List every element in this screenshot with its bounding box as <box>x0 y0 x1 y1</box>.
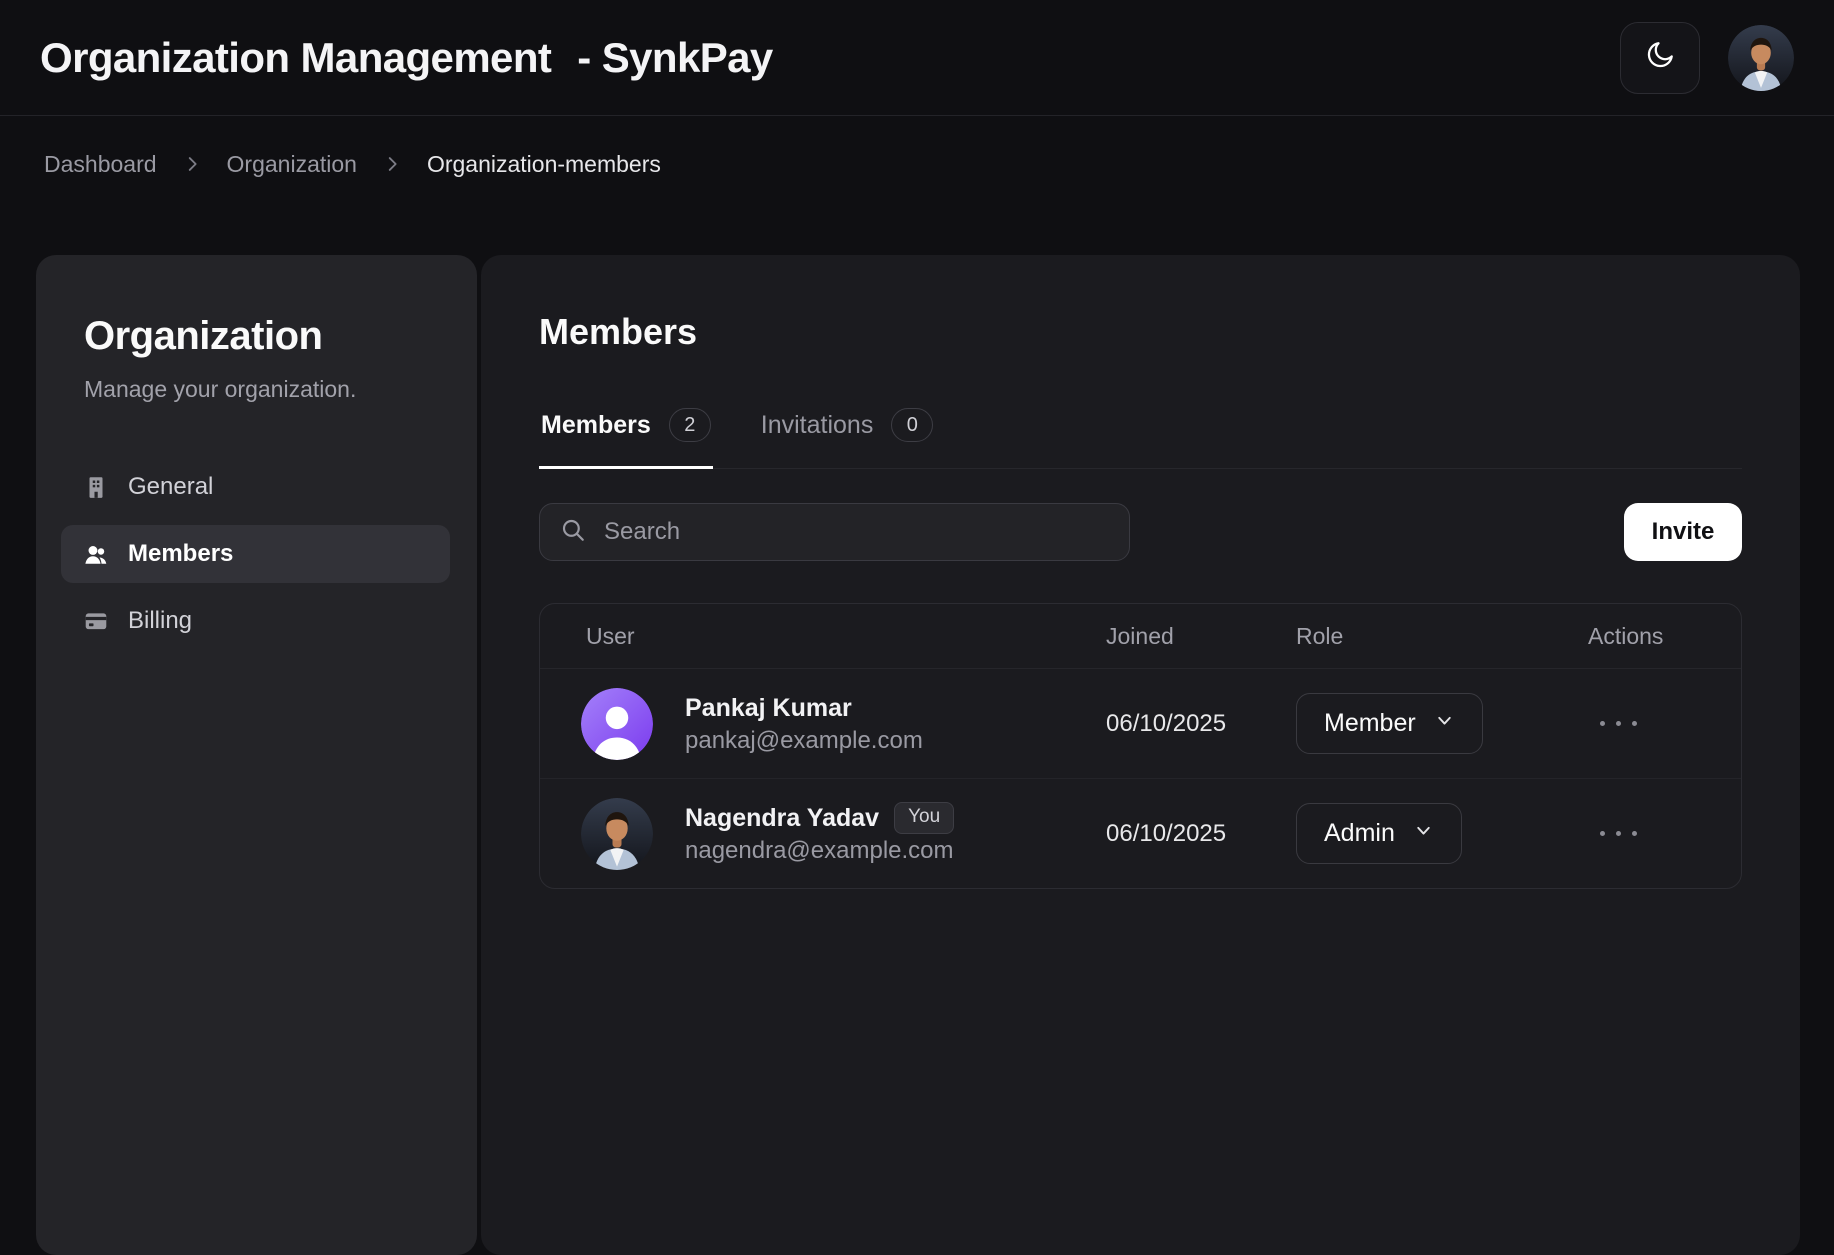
member-joined: 06/10/2025 <box>1106 710 1296 738</box>
invite-button[interactable]: Invite <box>1624 503 1742 561</box>
credit-card-icon <box>83 608 109 634</box>
tab-invitations[interactable]: Invitations 0 <box>759 400 936 468</box>
brand-title: - SynkPay <box>577 34 772 82</box>
members-table: User Joined Role Actions <box>539 603 1742 889</box>
member-row: Pankaj Kumar pankaj@example.com 06/10/20… <box>540 669 1741 778</box>
members-controls: Invite <box>539 503 1742 561</box>
building-icon <box>83 474 109 500</box>
sidebar-item-billing[interactable]: Billing <box>61 592 450 650</box>
user-cell: Nagendra Yadav You nagendra@example.com <box>540 798 1106 870</box>
avatar-placeholder <box>581 688 653 760</box>
sidebar-item-label: Billing <box>128 607 192 635</box>
invitations-count-badge: 0 <box>891 408 933 442</box>
column-user: User <box>540 623 1106 650</box>
members-heading: Members <box>539 310 1742 354</box>
sidebar-menu: General Members Billing <box>36 458 477 650</box>
theme-toggle-button[interactable] <box>1620 22 1700 94</box>
users-icon <box>83 541 109 567</box>
tab-label: Members <box>541 410 651 440</box>
row-actions-menu-button[interactable] <box>1588 814 1741 854</box>
you-badge: You <box>894 802 954 834</box>
app-header: Organization Management - SynkPay <box>0 0 1834 116</box>
member-joined: 06/10/2025 <box>1106 820 1296 848</box>
sidebar-item-members[interactable]: Members <box>61 525 450 583</box>
sidebar-item-label: Members <box>128 540 233 568</box>
avatar-photo <box>581 798 653 870</box>
breadcrumb-current: Organization-members <box>427 151 661 178</box>
table-header: User Joined Role Actions <box>540 604 1741 669</box>
sidebar-item-label: General <box>128 473 213 501</box>
column-actions: Actions <box>1588 623 1741 650</box>
chevron-down-icon <box>1434 709 1455 738</box>
sidebar-title: Organization <box>84 312 429 360</box>
member-row: Nagendra Yadav You nagendra@example.com … <box>540 778 1741 888</box>
member-email: pankaj@example.com <box>685 725 923 757</box>
search-input[interactable] <box>602 517 1109 547</box>
chevron-right-icon <box>181 153 203 175</box>
breadcrumb-organization[interactable]: Organization <box>227 151 357 178</box>
member-email: nagendra@example.com <box>685 835 954 867</box>
member-name: Pankaj Kumar <box>685 691 923 725</box>
members-count-badge: 2 <box>669 408 711 442</box>
chevron-down-icon <box>1413 819 1434 848</box>
moon-icon <box>1644 39 1676 76</box>
row-actions-menu-button[interactable] <box>1588 704 1741 744</box>
breadcrumb-dashboard[interactable]: Dashboard <box>44 151 157 178</box>
column-joined: Joined <box>1106 623 1296 650</box>
column-role: Role <box>1296 623 1588 650</box>
members-tabs: Members 2 Invitations 0 <box>539 400 1742 469</box>
member-name: Nagendra Yadav You <box>685 801 954 835</box>
chevron-right-icon <box>381 153 403 175</box>
user-avatar[interactable] <box>1728 25 1794 91</box>
role-select[interactable]: Admin <box>1296 803 1462 864</box>
tab-label: Invitations <box>761 410 874 440</box>
role-select[interactable]: Member <box>1296 693 1483 754</box>
sidebar-subtitle: Manage your organization. <box>84 374 429 404</box>
breadcrumb: Dashboard Organization Organization-memb… <box>0 116 661 212</box>
organization-sidebar: Organization Manage your organization. G… <box>36 255 477 1255</box>
sidebar-item-general[interactable]: General <box>61 458 450 516</box>
tab-members[interactable]: Members 2 <box>539 400 713 468</box>
search-icon <box>560 517 586 548</box>
search-box <box>539 503 1130 561</box>
user-cell: Pankaj Kumar pankaj@example.com <box>540 688 1106 760</box>
members-panel: Members Members 2 Invitations 0 Invite <box>481 255 1800 1255</box>
page-title: Organization Management <box>40 34 551 82</box>
header-actions <box>1620 22 1794 94</box>
